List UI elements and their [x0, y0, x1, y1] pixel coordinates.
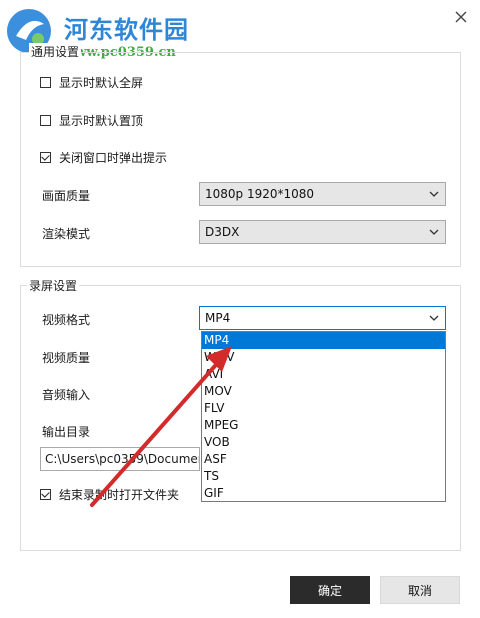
- audio-input-label: 音频输入: [42, 388, 91, 402]
- fullscreen-checkbox[interactable]: [40, 77, 51, 88]
- close-prompt-checkbox[interactable]: [40, 152, 51, 163]
- output-dir-input[interactable]: C:\Users\pc0359\Documen: [40, 447, 200, 471]
- format-select-value: MP4: [205, 311, 231, 325]
- chevron-down-icon: [429, 229, 439, 235]
- cancel-button[interactable]: 取消: [380, 576, 460, 604]
- general-settings-title: 通用设置: [29, 43, 82, 60]
- fullscreen-checkbox-row[interactable]: 显示时默认全屏: [40, 74, 143, 91]
- close-icon: [455, 11, 467, 23]
- render-label: 渲染模式: [42, 227, 91, 241]
- chevron-down-icon: [429, 191, 439, 197]
- format-option-ts[interactable]: TS: [202, 468, 445, 485]
- watermark-site-name: 河东软件园: [64, 15, 189, 44]
- ok-button[interactable]: 确定: [290, 576, 370, 604]
- format-option-wmv[interactable]: WMV: [202, 349, 445, 366]
- format-option-vob[interactable]: VOB: [202, 434, 445, 451]
- quality-select[interactable]: 1080p 1920*1080: [199, 182, 446, 206]
- render-select-value: D3DX: [205, 225, 240, 239]
- close-button[interactable]: [452, 8, 470, 26]
- format-option-mp4[interactable]: MP4: [202, 332, 445, 349]
- ontop-checkbox[interactable]: [40, 115, 51, 126]
- format-option-flv[interactable]: FLV: [202, 400, 445, 417]
- format-option-avi[interactable]: AVI: [202, 366, 445, 383]
- format-option-asf[interactable]: ASF: [202, 451, 445, 468]
- close-prompt-checkbox-row[interactable]: 关闭窗口时弹出提示: [40, 149, 167, 166]
- close-prompt-label: 关闭窗口时弹出提示: [59, 151, 168, 165]
- format-label: 视频格式: [42, 313, 91, 327]
- output-dir-label: 输出目录: [42, 425, 91, 439]
- format-select[interactable]: MP4: [199, 306, 446, 330]
- ontop-checkbox-row[interactable]: 显示时默认置顶: [40, 112, 143, 129]
- chevron-down-icon: [429, 315, 439, 321]
- open-folder-label: 结束录制时打开文件夹: [59, 488, 180, 502]
- record-settings-title: 录屏设置: [27, 277, 80, 294]
- ontop-label: 显示时默认置顶: [59, 114, 144, 128]
- format-option-mpeg[interactable]: MPEG: [202, 417, 445, 434]
- open-folder-checkbox-row[interactable]: 结束录制时打开文件夹: [40, 486, 179, 503]
- quality-label: 画面质量: [42, 189, 91, 203]
- render-select[interactable]: D3DX: [199, 220, 446, 244]
- video-quality-label: 视频质量: [42, 351, 91, 365]
- fullscreen-label: 显示时默认全屏: [59, 76, 144, 90]
- quality-select-value: 1080p 1920*1080: [205, 187, 315, 201]
- format-dropdown-list: MP4 WMV AVI MOV FLV MPEG VOB ASF TS GIF: [201, 331, 446, 502]
- format-option-mov[interactable]: MOV: [202, 383, 445, 400]
- open-folder-checkbox[interactable]: [40, 489, 51, 500]
- format-option-gif[interactable]: GIF: [202, 485, 445, 502]
